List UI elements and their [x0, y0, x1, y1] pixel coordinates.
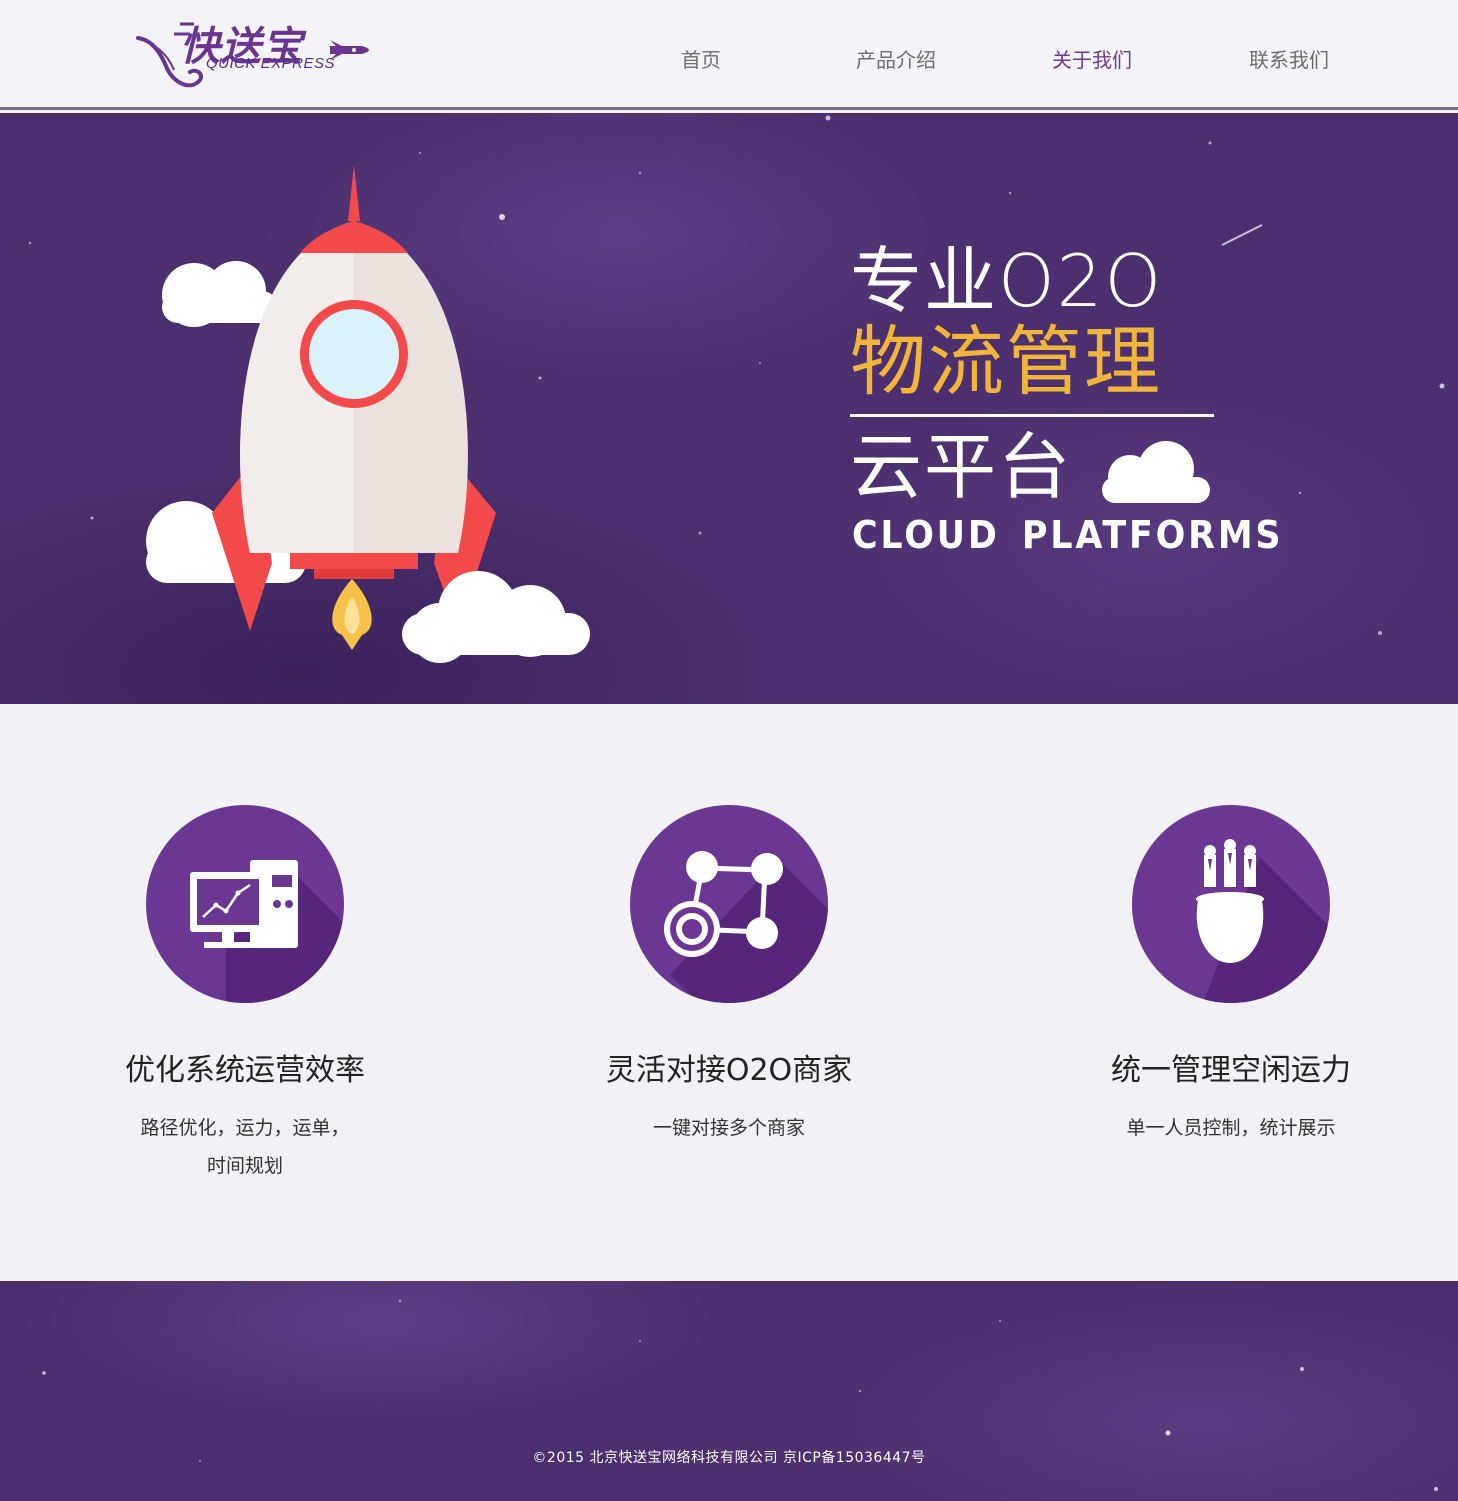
feature-description-line: 一键对接多个商家	[652, 1117, 805, 1139]
nav-about[interactable]: 关于我们	[1052, 44, 1132, 73]
cloud-icon	[402, 571, 590, 663]
headline-line-1: 专业O2O	[850, 239, 1164, 323]
head-people-icon	[1196, 839, 1330, 1003]
cloud-icon	[162, 261, 278, 327]
cloud-icon	[1102, 441, 1210, 503]
headline-divider	[850, 414, 1214, 417]
headline-line-3: 云平台	[850, 425, 1073, 509]
feature-title: 统一管理空闲运力	[1111, 1053, 1351, 1088]
feature-description: 路径优化，运力，运单， 时间规划	[45, 1109, 445, 1185]
hero-banner: 专业O2O 物流管理 云平台 CLOUD PLATFORMS	[0, 113, 1458, 704]
copyright-text: ©2015 北京快送宝网络科技有限公司 京ICP备15036447号	[532, 1450, 926, 1466]
feature-title: 灵活对接O2O商家	[605, 1053, 853, 1088]
site-header: 快送宝 QUICK EXPRESS 首页 产品介绍 关于我们 联系我们	[0, 0, 1458, 110]
headline-line-4: CLOUD PLATFORMS	[852, 513, 1284, 557]
site-footer: ©2015 北京快送宝网络科技有限公司 京ICP备15036447号	[0, 1281, 1458, 1501]
feature-description-line: 时间规划	[206, 1155, 283, 1177]
monitor-chart-icon	[190, 860, 344, 1003]
feature-icon-circle	[630, 805, 828, 1003]
feature-title: 优化系统运营效率	[125, 1053, 365, 1088]
nav-products[interactable]: 产品介绍	[856, 44, 936, 73]
logo-text-en: QUICK EXPRESS	[206, 55, 336, 72]
feature-description-line: 单一人员控制，统计展示	[1126, 1117, 1336, 1139]
starfield	[42, 1299, 1438, 1491]
feature-card: 优化系统运营效率 路径优化，运力，运单， 时间规划	[45, 805, 445, 1185]
feature-description: 单一人员控制，统计展示	[1031, 1109, 1431, 1147]
network-nodes-icon	[664, 851, 828, 1003]
feature-card: 统一管理空闲运力 单一人员控制，统计展示	[1031, 805, 1431, 1147]
feature-card: 灵活对接O2O商家 一键对接多个商家	[529, 805, 929, 1147]
page: 快送宝 QUICK EXPRESS 首页 产品介绍 关于我们 联系我们 专业O2…	[0, 0, 1458, 1501]
headline-line-2: 物流管理	[850, 317, 1162, 406]
logo[interactable]: 快送宝 QUICK EXPRESS	[130, 10, 380, 96]
nav-contact[interactable]: 联系我们	[1249, 44, 1329, 73]
feature-description-line: 路径优化，运力，运单，	[140, 1117, 350, 1139]
feature-icon-circle	[1132, 805, 1330, 1003]
feature-icon-circle	[146, 805, 344, 1003]
nav-home[interactable]: 首页	[681, 44, 721, 73]
rocket-illustration	[146, 165, 590, 663]
feature-description: 一键对接多个商家	[529, 1109, 929, 1147]
